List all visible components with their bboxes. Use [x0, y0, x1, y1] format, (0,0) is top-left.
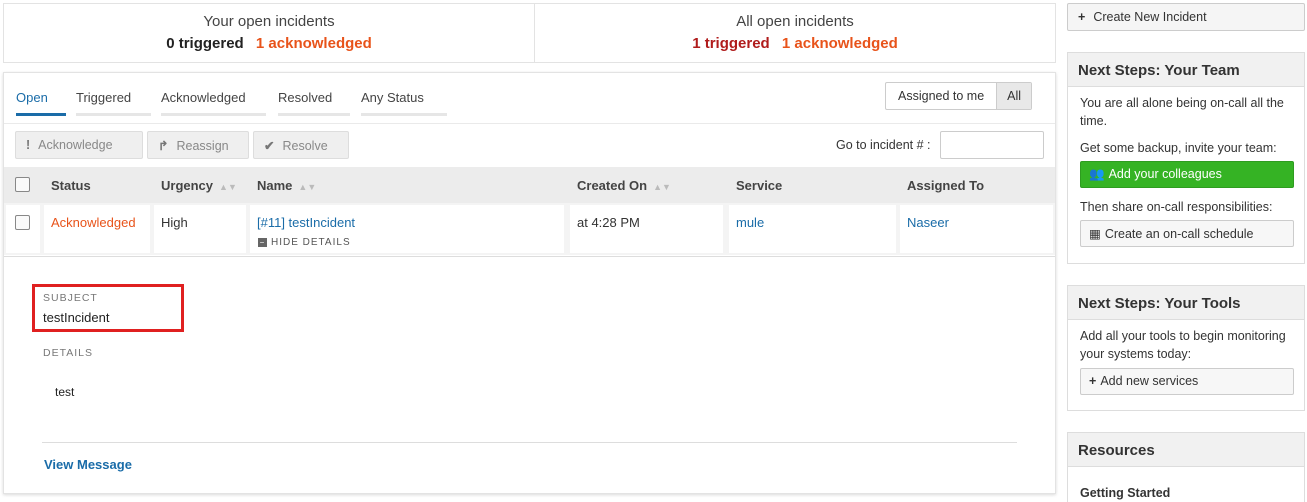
all-open-incidents: All open incidents 1 triggered 1 acknowl…	[535, 4, 1055, 62]
header-name[interactable]: Name ▲▼	[257, 178, 316, 193]
users-icon: 👥	[1089, 167, 1105, 181]
assignment-filter: Assigned to me All	[885, 82, 1033, 110]
row-checkbox[interactable]	[15, 215, 30, 230]
incident-summary: Your open incidents 0 triggered 1 acknow…	[3, 3, 1056, 63]
goto-incident-input[interactable]	[940, 131, 1044, 159]
your-open-incidents-title: Your open incidents	[203, 13, 335, 30]
tab-triggered[interactable]: Triggered	[76, 90, 151, 116]
details-value: test	[55, 385, 75, 399]
create-incident-button[interactable]: + Create New Incident	[1067, 3, 1305, 31]
team-box-title: Next Steps: Your Team	[1068, 53, 1304, 87]
header-service: Service	[736, 178, 783, 193]
table-row: Acknowledged High [#11] testIncident − HI…	[4, 203, 1055, 255]
hide-details-toggle[interactable]: − HIDE DETAILS	[258, 237, 351, 248]
sort-icon: ▲▼	[219, 182, 237, 192]
next-steps-tools-box: Next Steps: Your Tools Add all your tool…	[1067, 285, 1305, 411]
urgency-value: High	[161, 215, 188, 230]
assigned-all-button[interactable]: All	[996, 83, 1032, 109]
subject-value: testIncident	[43, 310, 110, 325]
all-triggered-count[interactable]: 1 triggered	[692, 35, 770, 52]
your-acknowledged-count[interactable]: 1 acknowledged	[256, 35, 372, 52]
add-colleagues-button[interactable]: 👥 Add your colleagues	[1080, 161, 1294, 188]
tab-resolved[interactable]: Resolved	[278, 90, 350, 116]
exclamation-icon: !	[26, 138, 31, 152]
share-icon: ↱	[158, 139, 169, 153]
resources-title: Resources	[1068, 433, 1304, 467]
acknowledge-button[interactable]: ! Acknowledge	[15, 131, 143, 159]
check-icon: ✔	[264, 139, 275, 153]
share-text: Then share on-call responsibilities:	[1080, 200, 1273, 214]
your-triggered-count[interactable]: 0 triggered	[166, 35, 244, 52]
goto-incident-label: Go to incident # :	[836, 138, 931, 152]
status-badge: Acknowledged	[51, 215, 136, 230]
sort-icon: ▲▼	[298, 182, 317, 192]
view-message-link[interactable]: View Message	[44, 457, 132, 472]
divider	[42, 442, 1017, 443]
all-acknowledged-count[interactable]: 1 acknowledged	[782, 35, 898, 52]
resources-box: Resources Getting Started	[1067, 432, 1305, 502]
tab-open[interactable]: Open	[16, 90, 66, 116]
incidents-panel: Open Triggered Acknowledged Resolved Any…	[3, 72, 1056, 494]
created-on-value: at 4:28 PM	[577, 215, 640, 230]
details-label: DETAILS	[43, 347, 93, 359]
assignee-link[interactable]: Naseer	[907, 215, 949, 230]
reassign-button[interactable]: ↱ Reassign	[147, 131, 249, 159]
resolve-button[interactable]: ✔ Resolve	[253, 131, 349, 159]
calendar-icon: ▦	[1089, 227, 1101, 241]
tab-any-status[interactable]: Any Status	[361, 90, 447, 116]
select-all-checkbox[interactable]	[15, 177, 30, 192]
backup-text: Get some backup, invite your team:	[1080, 141, 1277, 155]
header-created-on[interactable]: Created On ▲▼	[577, 178, 671, 193]
alone-text: You are all alone being on-call all the …	[1080, 96, 1284, 128]
tools-box-title: Next Steps: Your Tools	[1068, 286, 1304, 320]
plus-icon: +	[1089, 374, 1097, 388]
assigned-to-me-button[interactable]: Assigned to me	[886, 83, 996, 109]
service-link[interactable]: mule	[736, 215, 764, 230]
minus-icon: −	[258, 237, 267, 247]
next-steps-team-box: Next Steps: Your Team You are all alone …	[1067, 52, 1305, 264]
tools-text: Add all your tools to begin monitoring y…	[1080, 329, 1286, 361]
plus-icon: +	[1078, 10, 1086, 24]
incident-details: SUBJECT testIncident DETAILS test View M…	[4, 256, 1055, 494]
getting-started-link[interactable]: Getting Started	[1080, 484, 1170, 502]
header-status: Status	[51, 178, 91, 193]
header-urgency[interactable]: Urgency ▲▼	[161, 178, 237, 193]
tab-acknowledged[interactable]: Acknowledged	[161, 90, 266, 116]
subject-label: SUBJECT	[43, 292, 98, 304]
divider	[4, 123, 1055, 124]
add-services-button[interactable]: + Add new services	[1080, 368, 1294, 395]
header-assigned-to: Assigned To	[907, 178, 985, 193]
table-header: Status Urgency ▲▼ Name ▲▼ Created On ▲▼ Ser…	[4, 167, 1055, 203]
all-open-incidents-title: All open incidents	[736, 13, 854, 30]
sort-icon: ▲▼	[653, 182, 671, 192]
create-schedule-button[interactable]: ▦ Create an on-call schedule	[1080, 220, 1294, 247]
incident-link[interactable]: [#11] testIncident	[257, 215, 355, 230]
your-open-incidents: Your open incidents 0 triggered 1 acknow…	[4, 4, 535, 62]
